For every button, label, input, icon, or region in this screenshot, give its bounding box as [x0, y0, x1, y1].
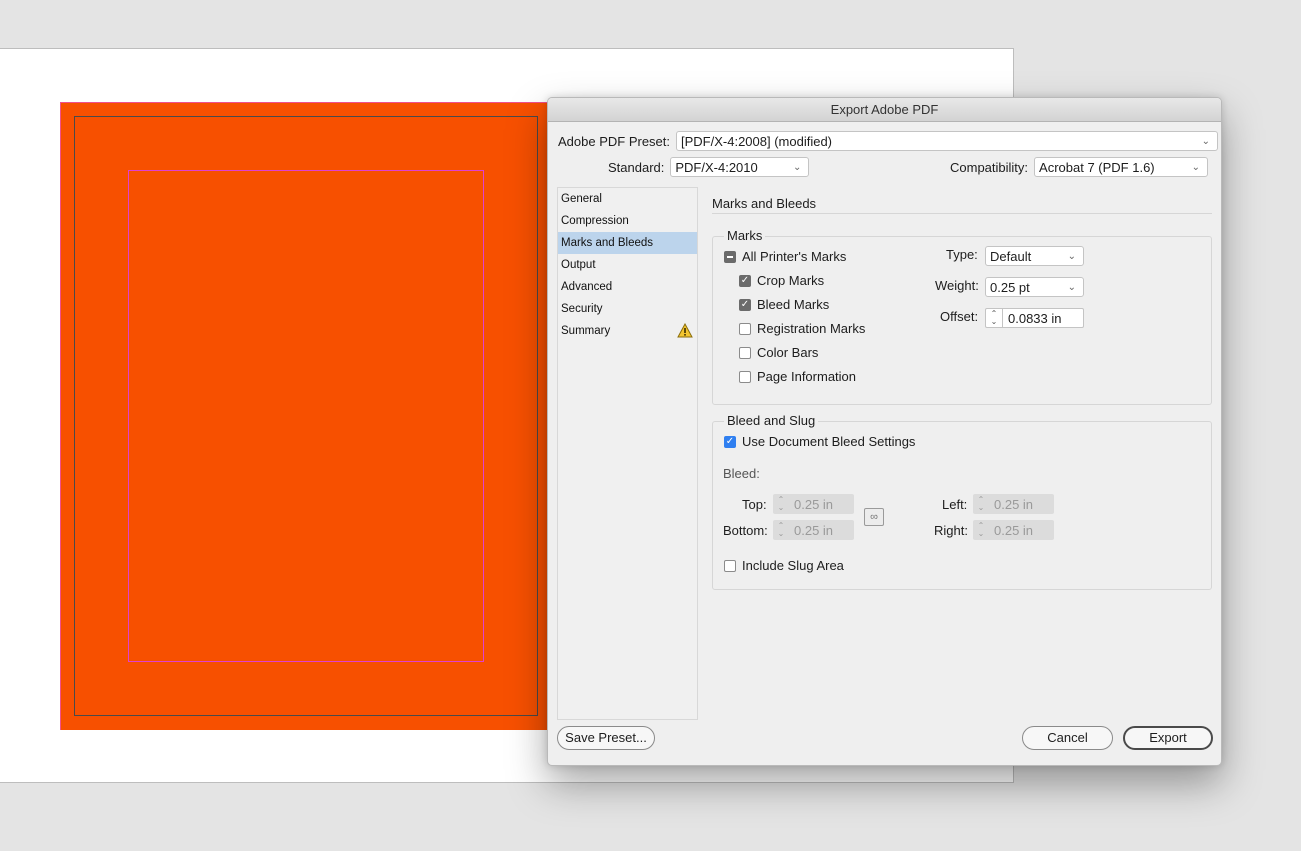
- sidebar-item-general[interactable]: General: [558, 188, 697, 210]
- registration-marks-label: Registration Marks: [757, 321, 866, 336]
- mixed-checkbox-icon: [724, 250, 736, 263]
- sidebar-item-advanced[interactable]: Advanced: [558, 276, 697, 298]
- preset-label: Adobe PDF Preset:: [558, 133, 670, 149]
- bleed-marks-checkbox[interactable]: ✓ Bleed Marks: [739, 297, 829, 312]
- checkmark-icon: ✓: [739, 298, 751, 311]
- left-label: Left:: [942, 497, 968, 512]
- sidebar-item-output[interactable]: Output: [558, 254, 697, 276]
- category-sidebar: General Compression Marks and Bleeds Out…: [557, 187, 698, 720]
- bleed-bottom-value: 0.25 in: [794, 522, 834, 538]
- bleed-top-stepper[interactable]: ⌃ ⌄ 0.25 in: [773, 494, 854, 514]
- save-preset-button[interactable]: Save Preset...: [557, 726, 655, 750]
- chevron-down-icon: ⌄: [792, 162, 802, 173]
- bleed-right-stepper[interactable]: ⌃ ⌄ 0.25 in: [973, 520, 1054, 540]
- bleed-right-value: 0.25 in: [994, 522, 1034, 538]
- standard-label: Standard:: [608, 159, 665, 175]
- stepper-arrows-icon: ⌃ ⌄: [977, 495, 985, 512]
- bleed-left-value: 0.25 in: [994, 496, 1034, 512]
- include-slug-label: Include Slug Area: [742, 558, 844, 573]
- color-bars-checkbox[interactable]: Color Bars: [739, 345, 818, 360]
- stepper-arrows-icon[interactable]: ⌃ ⌄: [986, 309, 1003, 327]
- use-document-bleed-checkbox[interactable]: ✓ Use Document Bleed Settings: [724, 434, 915, 449]
- type-value: Default: [990, 249, 1032, 264]
- warning-triangle-icon: [677, 323, 693, 338]
- export-button[interactable]: Export: [1123, 726, 1213, 750]
- chevron-down-icon: ⌄: [1201, 136, 1210, 147]
- preset-value: [PDF/X-4:2008] (modified): [681, 134, 833, 149]
- checkbox-empty-icon: [739, 370, 751, 383]
- offset-value: 0.0833 in: [1008, 310, 1062, 326]
- panel-divider: [712, 213, 1212, 214]
- crop-marks-checkbox[interactable]: ✓ Crop Marks: [739, 273, 824, 288]
- compatibility-select[interactable]: Acrobat 7 (PDF 1.6) ⌄: [1034, 157, 1209, 177]
- sidebar-item-marks-and-bleeds[interactable]: Marks and Bleeds: [558, 232, 697, 254]
- panel-title: Marks and Bleeds: [712, 196, 817, 211]
- right-label: Right:: [934, 523, 968, 538]
- bleed-top-value: 0.25 in: [794, 496, 834, 512]
- chevron-down-icon: ⌄: [1067, 282, 1076, 293]
- weight-label: Weight:: [935, 278, 979, 293]
- checkbox-empty-icon: [739, 346, 751, 359]
- page-margin-guides: [128, 170, 484, 662]
- standard-select[interactable]: PDF/X-4:2010 ⌄: [670, 157, 810, 177]
- offset-label: Offset:: [940, 309, 979, 324]
- link-chain-icon[interactable]: ∞: [864, 508, 884, 526]
- bleed-left-stepper[interactable]: ⌃ ⌄ 0.25 in: [973, 494, 1054, 514]
- compatibility-value: Acrobat 7 (PDF 1.6): [1039, 160, 1155, 175]
- weight-select[interactable]: 0.25 pt ⌄: [985, 277, 1084, 297]
- checkmark-icon: ✓: [739, 274, 751, 287]
- checkbox-empty-icon: [724, 559, 736, 572]
- registration-marks-checkbox[interactable]: Registration Marks: [739, 321, 865, 336]
- stepper-arrows-icon: ⌃ ⌄: [777, 521, 785, 538]
- export-pdf-dialog: Export Adobe PDF Adobe PDF Preset: [PDF/…: [547, 97, 1222, 766]
- bleed-label: Bleed:: [723, 466, 760, 481]
- top-label: Top:: [742, 497, 767, 512]
- chevron-down-icon: ⌄: [1191, 162, 1201, 173]
- color-bars-label: Color Bars: [757, 345, 819, 360]
- marks-group-title: Marks: [724, 228, 766, 243]
- type-select[interactable]: Default ⌄: [985, 246, 1084, 266]
- weight-value: 0.25 pt: [990, 280, 1030, 295]
- all-printers-marks-checkbox[interactable]: All Printer's Marks: [724, 249, 846, 264]
- chevron-down-icon: ⌄: [1067, 251, 1076, 262]
- type-label: Type:: [946, 247, 978, 262]
- checkbox-empty-icon: [739, 322, 751, 335]
- bleed-marks-label: Bleed Marks: [757, 297, 830, 312]
- offset-stepper[interactable]: ⌃ ⌄ 0.0833 in: [985, 308, 1084, 328]
- compatibility-label: Compatibility:: [950, 159, 1029, 175]
- sidebar-item-security[interactable]: Security: [558, 298, 697, 320]
- sidebar-item-compression[interactable]: Compression: [558, 210, 697, 232]
- checkmark-icon: ✓: [724, 435, 736, 448]
- bleed-slug-group-title: Bleed and Slug: [724, 413, 819, 428]
- include-slug-checkbox[interactable]: Include Slug Area: [724, 558, 844, 573]
- standard-value: PDF/X-4:2010: [675, 160, 758, 175]
- page-information-label: Page Information: [757, 369, 857, 384]
- use-document-bleed-label: Use Document Bleed Settings: [742, 434, 916, 449]
- pasteboard: [0, 0, 1301, 48]
- sidebar-item-summary[interactable]: Summary: [558, 320, 697, 342]
- sidebar-item-summary-label: Summary: [561, 325, 611, 337]
- bottom-label: Bottom:: [723, 523, 768, 538]
- page-information-checkbox[interactable]: Page Information: [739, 369, 856, 384]
- bleed-bottom-stepper[interactable]: ⌃ ⌄ 0.25 in: [773, 520, 854, 540]
- all-printers-marks-label: All Printer's Marks: [742, 249, 847, 264]
- preset-select[interactable]: [PDF/X-4:2008] (modified) ⌄: [676, 131, 1218, 151]
- crop-marks-label: Crop Marks: [757, 273, 825, 288]
- stepper-arrows-icon: ⌃ ⌄: [977, 521, 985, 538]
- cancel-button[interactable]: Cancel: [1022, 726, 1113, 750]
- stepper-arrows-icon: ⌃ ⌄: [777, 495, 785, 512]
- dialog-title: Export Adobe PDF: [548, 98, 1221, 122]
